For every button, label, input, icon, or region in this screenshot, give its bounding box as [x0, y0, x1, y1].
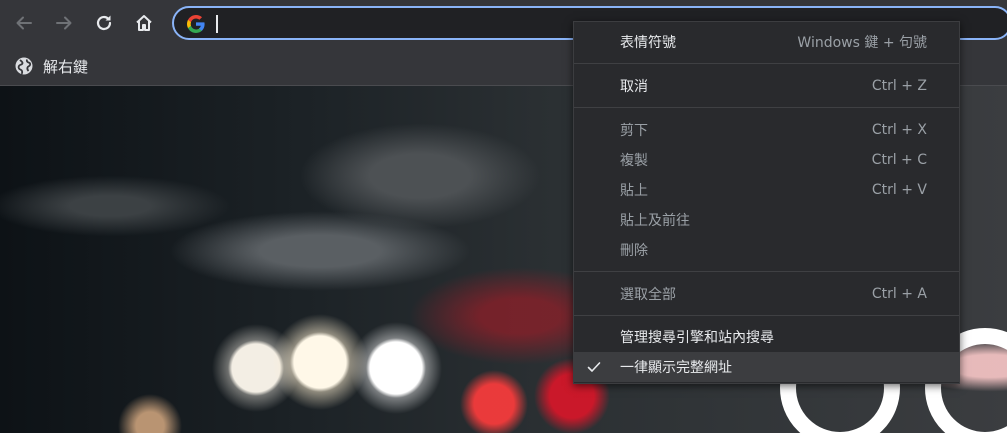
menu-separator: [574, 315, 959, 316]
reload-icon: [96, 15, 112, 31]
google-g-icon: [187, 15, 205, 33]
menu-item-shortcut: Ctrl + Z: [871, 78, 927, 94]
menu-item-shortcut: Windows 鍵 + 句號: [797, 35, 927, 51]
menu-item-show-full-urls[interactable]: 一律顯示完整網址: [574, 352, 959, 382]
menu-item-label: 表情符號: [620, 35, 676, 51]
menu-separator: [574, 271, 959, 272]
back-button[interactable]: [7, 6, 41, 40]
menu-separator: [574, 107, 959, 108]
checkmark-icon: [587, 362, 601, 372]
context-menu: 表情符號 Windows 鍵 + 句號 取消 Ctrl + Z 剪下 Ctrl …: [573, 21, 960, 384]
globe-icon: [15, 57, 33, 76]
menu-item-paste-and-go[interactable]: 貼上及前往: [574, 205, 959, 235]
menu-item-shortcut: Ctrl + X: [871, 122, 927, 138]
menu-item-label: 剪下: [620, 123, 648, 139]
menu-item-label: 選取全部: [620, 287, 676, 303]
menu-item-label: 貼上及前往: [620, 213, 690, 229]
reload-button[interactable]: [87, 6, 121, 40]
menu-item-label: 一律顯示完整網址: [620, 360, 732, 376]
menu-item-shortcut: Ctrl + A: [871, 286, 927, 302]
menu-item-emoji[interactable]: 表情符號 Windows 鍵 + 句號: [574, 27, 959, 57]
menu-item-label: 刪除: [620, 243, 648, 259]
forward-arrow-icon: [56, 16, 72, 30]
menu-separator: [574, 63, 959, 64]
back-arrow-icon: [16, 16, 32, 30]
menu-item-copy[interactable]: 複製 Ctrl + C: [574, 145, 959, 175]
menu-item-shortcut: Ctrl + C: [871, 152, 927, 168]
menu-item-label: 取消: [620, 79, 648, 95]
menu-item-undo[interactable]: 取消 Ctrl + Z: [574, 71, 959, 101]
bookmark-label: 解右鍵: [43, 57, 89, 76]
menu-item-label: 貼上: [620, 183, 648, 199]
menu-item-label: 複製: [620, 153, 648, 169]
menu-item-select-all[interactable]: 選取全部 Ctrl + A: [574, 279, 959, 309]
menu-item-shortcut: Ctrl + V: [871, 182, 927, 198]
forward-button[interactable]: [47, 6, 81, 40]
bookmark-item[interactable]: 解右鍵: [14, 54, 88, 78]
home-button[interactable]: [127, 6, 161, 40]
text-cursor: [216, 15, 218, 33]
menu-item-paste[interactable]: 貼上 Ctrl + V: [574, 175, 959, 205]
menu-item-cut[interactable]: 剪下 Ctrl + X: [574, 115, 959, 145]
menu-item-delete[interactable]: 刪除: [574, 235, 959, 265]
menu-item-label: 管理搜尋引擎和站內搜尋: [620, 330, 774, 346]
home-icon: [136, 15, 152, 31]
menu-item-manage-search-engines[interactable]: 管理搜尋引擎和站內搜尋: [574, 322, 959, 352]
